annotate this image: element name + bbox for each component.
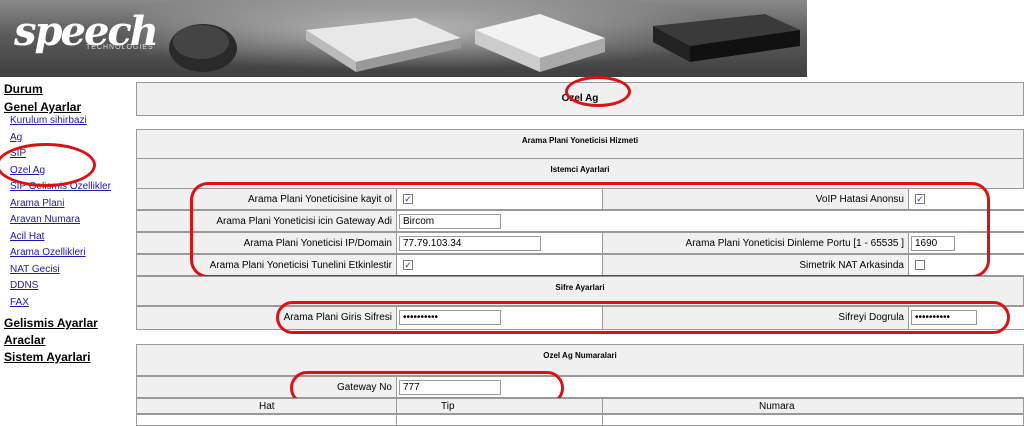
header-banner: speech TECHNOLOGIES — [0, 0, 807, 77]
column-tip: Tip — [441, 401, 455, 412]
nav-arama-ozellikleri[interactable]: Arama Ozellikleri — [10, 247, 86, 258]
password-header: Sifre Ayarlari — [555, 283, 605, 292]
ip-label: Arama Plani Yoneticisi IP/Domain — [243, 238, 392, 249]
private-numbers-section: Ozel Ag Numaralari — [136, 344, 1024, 376]
nav-genel-ayarlar[interactable]: Genel Ayarlar — [4, 100, 81, 114]
verify-password-input[interactable] — [911, 310, 977, 325]
ip-domain-input[interactable] — [399, 236, 541, 251]
nav-arama-plani[interactable]: Arama Plani — [10, 198, 64, 209]
voip-checkbox[interactable]: ✓ — [915, 194, 925, 204]
row-passwords: Arama Plani Giris Sifresi Sifreyi Dogrul… — [136, 306, 1024, 330]
verify-password-label: Sifreyi Dogrula — [838, 312, 904, 323]
nav-nat-gecisi[interactable]: NAT Gecisi — [10, 264, 60, 275]
page-title: Ozel Ag — [561, 93, 599, 104]
private-numbers-header: Ozel Ag Numaralari — [543, 351, 617, 360]
login-password-input[interactable] — [399, 310, 501, 325]
row-tunnel-nat: Arama Plani Yoneticisi Tunelini Etkinles… — [136, 254, 1024, 276]
numbers-table-row — [136, 414, 1024, 426]
service-header: Arama Plani Yoneticisi Hizmeti — [521, 136, 639, 145]
nav-fax[interactable]: FAX — [10, 297, 29, 308]
gateway-name-label: Arama Plani Yoneticisi icin Gateway Adi — [216, 216, 392, 227]
rack-device-image — [653, 14, 800, 62]
gateway-no-input[interactable] — [399, 380, 501, 395]
client-settings-header: Istemci Ayarlari — [550, 165, 610, 174]
nav-sip[interactable]: SIP — [10, 148, 26, 159]
gateway-name-input[interactable] — [399, 214, 501, 229]
row-ip-port: Arama Plani Yoneticisi IP/Domain Arama P… — [136, 232, 1024, 254]
page-title-bar: Ozel Ag — [136, 82, 1024, 116]
nav-sistem-ayarlari[interactable]: Sistem Ayarlari — [4, 350, 91, 364]
nav-ddns[interactable]: DDNS — [10, 280, 38, 291]
row-gateway-name: Arama Plani Yoneticisi icin Gateway Adi — [136, 210, 1024, 232]
nav-ag[interactable]: Ag — [10, 132, 22, 143]
gateway-device-image — [169, 24, 237, 72]
tunnel-label: Arama Plani Yoneticisi Tunelini Etkinles… — [209, 260, 392, 271]
login-password-label: Arama Plani Giris Sifresi — [283, 312, 392, 323]
column-numara: Numara — [759, 401, 795, 412]
port-label: Arama Plani Yoneticisi Dinleme Portu [1 … — [685, 238, 904, 249]
nav-ozel-ag[interactable]: Ozel Ag — [10, 165, 45, 176]
logo-subtitle: TECHNOLOGIES — [86, 44, 154, 51]
row-register-voip: Arama Plani Yoneticisine kayit ol ✓ VoIP… — [136, 188, 1024, 210]
password-section: Sifre Ayarlari — [136, 276, 1024, 306]
register-checkbox[interactable]: ✓ — [403, 194, 413, 204]
voip-label: VoIP Hatasi Anonsu — [815, 194, 904, 205]
column-hat: Hat — [259, 401, 275, 412]
nat-checkbox[interactable] — [915, 260, 925, 270]
sidebar: Durum Genel Ayarlar Kurulum sihirbazi Ag… — [0, 77, 132, 425]
nav-acil-hat[interactable]: Acil Hat — [10, 231, 44, 242]
nat-label: Simetrik NAT Arkasinda — [799, 260, 904, 271]
numbers-table-header: Hat Tip Numara — [136, 398, 1024, 414]
voip-device-image — [475, 14, 605, 72]
service-section: Arama Plani Yoneticisi Hizmeti Istemci A… — [136, 129, 1024, 189]
nav-sip-gelismis[interactable]: SIP Gelismis Ozellikler — [10, 181, 111, 192]
register-label: Arama Plani Yoneticisine kayit ol — [248, 194, 392, 205]
nav-kurulum-sihirbazi[interactable]: Kurulum sihirbazi — [10, 115, 87, 126]
nav-gelismis-ayarlar[interactable]: Gelismis Ayarlar — [4, 316, 98, 330]
row-gateway-no: Gateway No — [136, 376, 1024, 398]
gateway-no-label: Gateway No — [336, 382, 392, 393]
tunnel-checkbox[interactable]: ✓ — [403, 260, 413, 270]
nav-araclar[interactable]: Araclar — [4, 333, 45, 347]
nav-durum[interactable]: Durum — [4, 82, 43, 96]
nav-aravan-numara[interactable]: Aravan Numara — [10, 214, 80, 225]
router-device-image — [306, 18, 461, 72]
port-input[interactable] — [911, 236, 955, 251]
